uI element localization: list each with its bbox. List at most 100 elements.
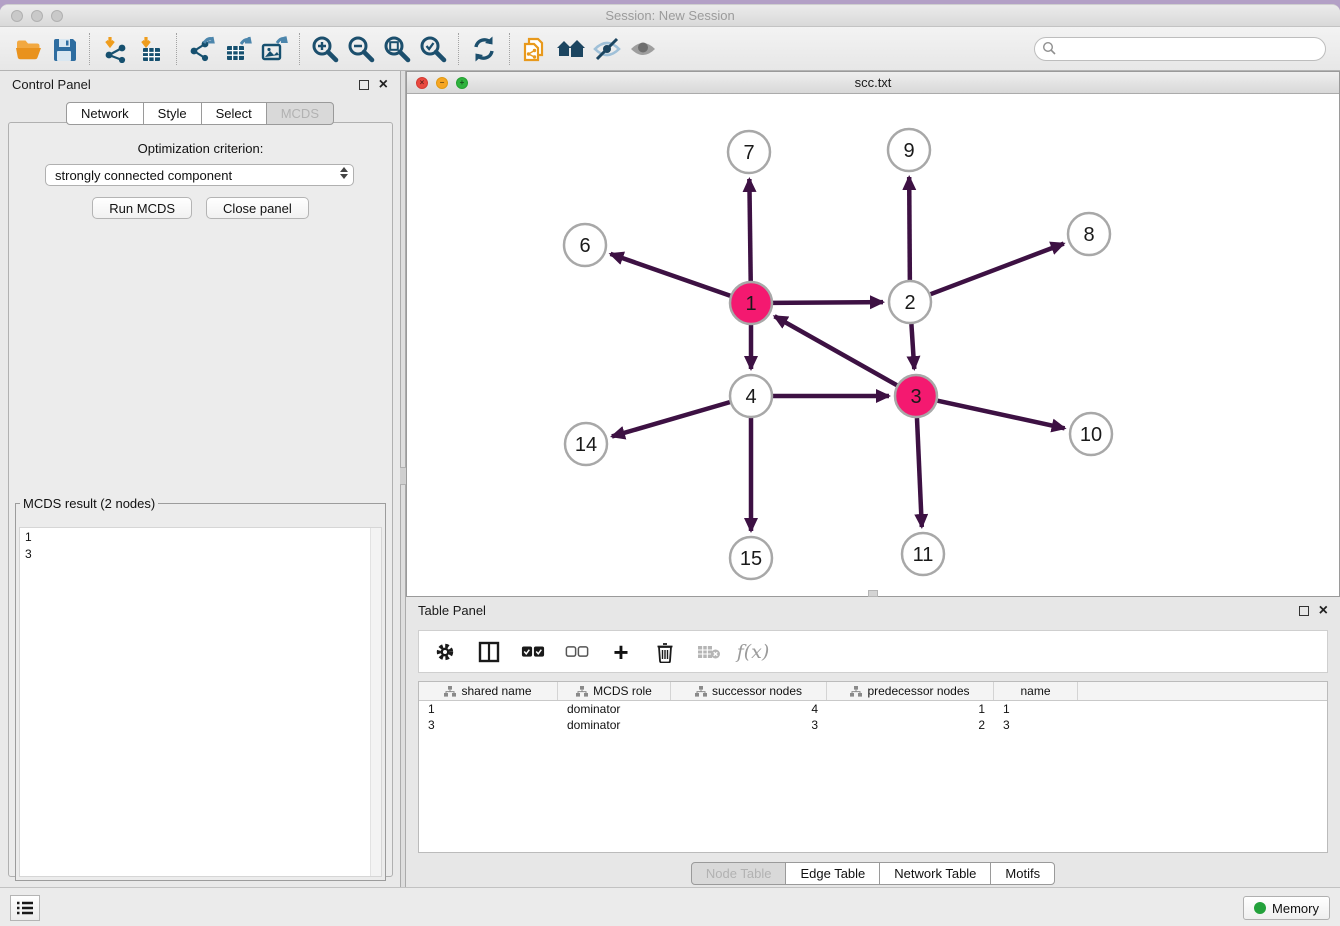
zoom-out-icon[interactable] (343, 31, 379, 67)
toolbar-separator (458, 33, 459, 65)
toolbar-separator (89, 33, 90, 65)
create-column-icon[interactable]: + (609, 640, 633, 664)
column-header-label: name (1020, 684, 1050, 698)
column-header-shared-name[interactable]: shared name (419, 682, 558, 700)
delete-column-trash-icon[interactable] (653, 640, 677, 664)
minimize-window-icon[interactable] (31, 10, 43, 22)
graph-edge-2-9[interactable] (909, 177, 910, 280)
network-window-titlebar: scc.txt × − + (407, 72, 1339, 94)
table-cell[interactable]: 1 (994, 701, 1078, 717)
graph-edge-2-8[interactable] (931, 244, 1064, 295)
table-row[interactable]: 3dominator323 (419, 717, 1327, 733)
optimization-criterion-select[interactable]: strongly connected component (45, 164, 354, 186)
result-scrollbar[interactable] (370, 528, 381, 876)
column-header-label: shared name (461, 684, 531, 698)
run-mcds-button[interactable]: Run MCDS (92, 197, 192, 219)
tab-style[interactable]: Style (143, 102, 202, 125)
zoom-fit-icon[interactable] (379, 31, 415, 67)
application-window: Session: New Session (0, 4, 1340, 926)
graph-edge-2-3[interactable] (911, 324, 914, 369)
open-session-icon[interactable] (10, 31, 46, 67)
mcds-tab-content: Optimization criterion: strongly connect… (8, 122, 393, 877)
function-builder-icon[interactable]: f(x) (741, 640, 765, 664)
clone-network-icon[interactable] (517, 31, 553, 67)
export-image-icon[interactable] (256, 31, 292, 67)
close-table-panel-icon[interactable]: × (1319, 606, 1328, 616)
tab-network[interactable]: Network (66, 102, 144, 125)
refresh-view-icon[interactable] (466, 31, 502, 67)
node-table: shared name MCDS role successor nodes prede… (418, 681, 1328, 853)
table-cell[interactable]: 1 (827, 701, 994, 717)
network-close-icon[interactable]: × (416, 77, 428, 89)
save-session-icon[interactable] (46, 31, 82, 67)
hierarchy-icon (850, 686, 862, 697)
graph-edge-1-6[interactable] (610, 254, 730, 296)
tab-edge-table[interactable]: Edge Table (785, 862, 880, 885)
tab-network-table[interactable]: Network Table (879, 862, 991, 885)
mcds-result-group: MCDS result (2 nodes) 1 3 (15, 496, 386, 881)
float-table-panel-icon[interactable] (1299, 606, 1309, 616)
table-row[interactable]: 1dominator411 (419, 701, 1327, 717)
column-header-predecessor-nodes[interactable]: predecessor nodes (827, 682, 994, 700)
memory-button[interactable]: Memory (1243, 896, 1330, 920)
optimization-criterion-label: Optimization criterion: (9, 141, 392, 156)
network-canvas[interactable]: 7968124314101511 (407, 94, 1339, 596)
table-settings-gear-icon[interactable] (433, 640, 457, 664)
tab-node-table[interactable]: Node Table (691, 862, 787, 885)
import-table-icon[interactable] (133, 31, 169, 67)
toggle-column-panel-icon[interactable] (477, 640, 501, 664)
tab-select[interactable]: Select (201, 102, 267, 125)
search-input[interactable] (1057, 42, 1325, 56)
control-panel: Control Panel × Network Style Select MCD… (0, 71, 400, 887)
main-toolbar (0, 27, 1340, 71)
table-cell[interactable]: dominator (558, 701, 671, 717)
float-panel-icon[interactable] (359, 80, 369, 90)
column-header-successor-nodes[interactable]: successor nodes (671, 682, 827, 700)
graph-node-label: 4 (745, 386, 756, 408)
zoom-window-icon[interactable] (51, 10, 63, 22)
table-cell[interactable]: 2 (827, 717, 994, 733)
deselect-all-columns-icon[interactable] (565, 640, 589, 664)
network-zoom-icon[interactable]: + (456, 77, 468, 89)
column-header-name[interactable]: name (994, 682, 1078, 700)
preview-eye-icon[interactable] (625, 31, 661, 67)
delete-table-icon[interactable] (697, 640, 721, 664)
graph-edge-3-10[interactable] (937, 401, 1064, 429)
tab-motifs[interactable]: Motifs (990, 862, 1055, 885)
import-network-icon[interactable] (97, 31, 133, 67)
select-all-columns-icon[interactable] (521, 640, 545, 664)
graph-node-label: 11 (913, 544, 934, 566)
table-cell[interactable]: 3 (419, 717, 558, 733)
close-panel-button[interactable]: Close panel (206, 197, 309, 219)
graph-edge-1-2[interactable] (773, 302, 883, 303)
table-cell[interactable]: 3 (671, 717, 827, 733)
table-header-row: shared name MCDS role successor nodes prede… (419, 682, 1327, 701)
graph-edge-3-1[interactable] (775, 316, 897, 385)
graph-edge-3-11[interactable] (917, 418, 922, 527)
graph-node-label: 9 (903, 140, 914, 162)
column-header-MCDS-role[interactable]: MCDS role (558, 682, 671, 700)
search-box[interactable] (1034, 37, 1326, 61)
export-table-icon[interactable] (220, 31, 256, 67)
column-header-label: successor nodes (712, 684, 802, 698)
table-cell[interactable]: 3 (994, 717, 1078, 733)
graph-node-label: 2 (904, 292, 915, 314)
task-history-button[interactable] (10, 895, 40, 921)
close-panel-icon[interactable]: × (379, 80, 388, 90)
zoom-in-icon[interactable] (307, 31, 343, 67)
graph-edge-4-14[interactable] (612, 402, 730, 436)
graph-edge-1-7[interactable] (749, 179, 750, 281)
table-cell[interactable]: dominator (558, 717, 671, 733)
horizontal-splitter-grip[interactable] (868, 590, 878, 597)
home-icon[interactable] (553, 31, 589, 67)
network-minimize-icon[interactable]: − (436, 77, 448, 89)
table-cell[interactable]: 4 (671, 701, 827, 717)
export-network-icon[interactable] (184, 31, 220, 67)
zoom-selected-icon[interactable] (415, 31, 451, 67)
toggle-birds-eye-icon[interactable] (589, 31, 625, 67)
tab-mcds[interactable]: MCDS (266, 102, 334, 125)
memory-status-icon (1254, 902, 1266, 914)
graph-node-label: 8 (1083, 224, 1094, 246)
table-cell[interactable]: 1 (419, 701, 558, 717)
close-window-icon[interactable] (11, 10, 23, 22)
